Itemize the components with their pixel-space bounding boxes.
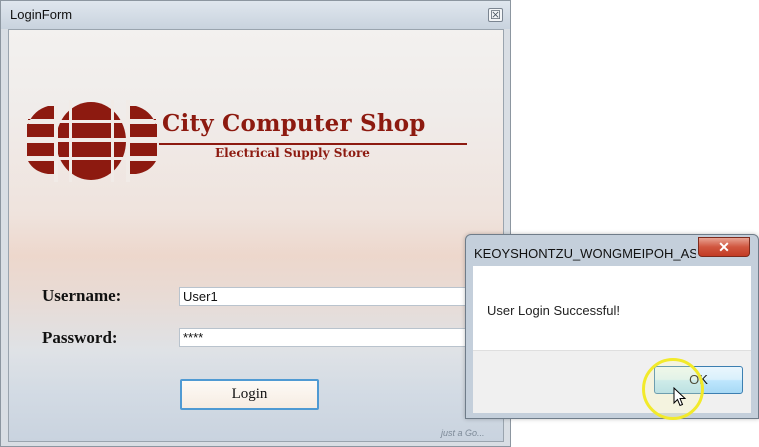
- message-text: User Login Successful!: [487, 303, 620, 318]
- globe-logo-icon: [26, 100, 158, 182]
- mouse-pointer-icon: [673, 387, 687, 407]
- password-input[interactable]: ****: [179, 328, 503, 347]
- message-box-footer: OK: [473, 350, 751, 413]
- password-label: Password:: [42, 328, 118, 347]
- login-titlebar[interactable]: LoginForm ☒: [1, 1, 510, 29]
- message-box-window: KEOYSHONTZU_WONGMEIPOH_AS... ✕ User Logi…: [465, 234, 759, 419]
- logo-title: City Computer Shop: [162, 110, 426, 137]
- close-icon: ✕: [718, 239, 730, 255]
- login-close-button[interactable]: ☒: [488, 8, 503, 22]
- logo-divider: [159, 143, 467, 145]
- watermark-text: just a Go...: [441, 428, 485, 438]
- logo-subtitle: Electrical Supply Store: [215, 146, 370, 160]
- login-client-area: City Computer Shop Electrical Supply Sto…: [8, 29, 504, 442]
- login-window-title: LoginForm: [10, 7, 73, 22]
- username-label: Username:: [42, 286, 122, 305]
- message-box-title: KEOYSHONTZU_WONGMEIPOH_AS...: [474, 246, 696, 261]
- login-form-window: LoginForm ☒ City Computer Shop Electrica…: [0, 0, 511, 447]
- message-box-body: User Login Successful! OK: [473, 266, 751, 413]
- message-box-close-button[interactable]: ✕: [698, 237, 750, 257]
- close-icon: ☒: [490, 8, 501, 22]
- username-input[interactable]: User1: [179, 287, 503, 306]
- login-button[interactable]: Login: [180, 379, 319, 410]
